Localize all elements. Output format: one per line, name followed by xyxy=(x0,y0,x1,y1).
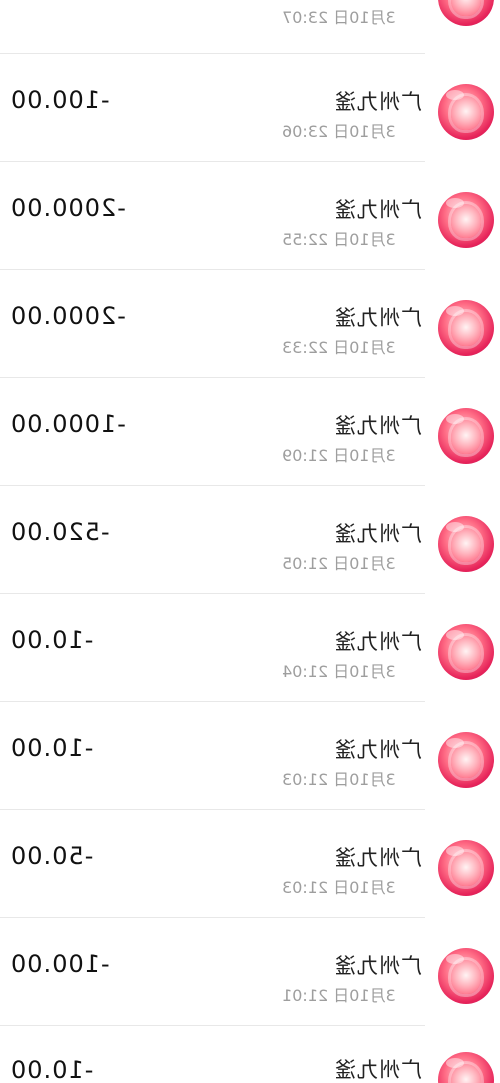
merchant-name: 广州九滏 xyxy=(334,91,422,114)
merchant-name: 广州九滏 xyxy=(334,631,422,654)
transaction-amount: -10.00 xyxy=(10,1056,94,1083)
transaction-amount: -1000.00 xyxy=(10,410,126,438)
merchant-name: 广州九滏 xyxy=(334,847,422,870)
transaction-time: 3月10日 23:07 xyxy=(282,8,396,27)
divider xyxy=(0,485,425,486)
transaction-row[interactable]: -10.00 广州九滏 xyxy=(0,1028,500,1083)
transaction-time: 3月10日 23:06 xyxy=(282,122,396,141)
transaction-time: 3月10日 22:33 xyxy=(282,338,396,357)
transaction-row[interactable]: -100.00 广州九滏 3月10日 21:01 xyxy=(0,920,500,1028)
merchant-name: 广州九滏 xyxy=(334,199,422,222)
merchant-name: 广州九滏 xyxy=(334,739,422,762)
merchant-avatar-icon xyxy=(438,516,494,572)
transaction-time: 3月10日 21:09 xyxy=(282,446,396,465)
divider xyxy=(0,593,425,594)
merchant-avatar-icon xyxy=(438,840,494,896)
merchant-name: 广州九滏 xyxy=(334,307,422,330)
merchant-avatar-icon xyxy=(438,948,494,1004)
transaction-amount: -10.00 xyxy=(10,626,94,654)
transaction-amount: -100.00 xyxy=(10,86,110,114)
merchant-avatar-icon xyxy=(438,300,494,356)
divider xyxy=(0,809,425,810)
transaction-row[interactable]: -10.00 广州九滏 3月10日 21:04 xyxy=(0,596,500,704)
transaction-amount: -50.00 xyxy=(10,842,94,870)
transaction-amount: -520.00 xyxy=(10,518,110,546)
merchant-avatar-icon xyxy=(438,0,494,26)
merchant-avatar-icon xyxy=(438,732,494,788)
transaction-row[interactable]: -100.00 广州九滏 3月10日 23:06 xyxy=(0,56,500,164)
transaction-time: 3月10日 21:01 xyxy=(282,986,396,1005)
divider xyxy=(0,1025,425,1026)
transaction-time: 3月10日 22:55 xyxy=(282,230,396,249)
transaction-time: 3月10日 21:03 xyxy=(282,770,396,789)
merchant-name: 广州九滏 xyxy=(334,955,422,978)
transaction-row-partial[interactable]: 3月10日 23:07 xyxy=(0,0,500,50)
transaction-row[interactable]: -2000.00 广州九滏 3月10日 22:55 xyxy=(0,164,500,272)
transaction-amount: -100.00 xyxy=(10,950,110,978)
merchant-avatar-icon xyxy=(438,624,494,680)
divider xyxy=(0,161,425,162)
transaction-row[interactable]: -50.00 广州九滏 3月10日 21:03 xyxy=(0,812,500,920)
transaction-list: 3月10日 23:07 -100.00 广州九滏 3月10日 23:06 -20… xyxy=(0,0,500,1083)
transaction-row[interactable]: -520.00 广州九滏 3月10日 21:05 xyxy=(0,488,500,596)
divider xyxy=(0,53,425,54)
merchant-avatar-icon xyxy=(438,192,494,248)
merchant-avatar-icon xyxy=(438,408,494,464)
transaction-time: 3月10日 21:05 xyxy=(282,554,396,573)
transaction-amount: -2000.00 xyxy=(10,194,126,222)
merchant-name: 广州九滏 xyxy=(334,415,422,438)
transaction-time: 3月10日 21:04 xyxy=(282,662,396,681)
transaction-amount: -10.00 xyxy=(10,734,94,762)
transaction-row[interactable]: -1000.00 广州九滏 3月10日 21:09 xyxy=(0,380,500,488)
transaction-row[interactable]: -2000.00 广州九滏 3月10日 22:33 xyxy=(0,272,500,380)
transaction-row[interactable]: -10.00 广州九滏 3月10日 21:03 xyxy=(0,704,500,812)
merchant-avatar-icon xyxy=(438,1052,494,1083)
transaction-time: 3月10日 21:03 xyxy=(282,878,396,897)
merchant-name: 广州九滏 xyxy=(334,1059,422,1082)
transaction-amount: -2000.00 xyxy=(10,302,126,330)
divider xyxy=(0,701,425,702)
divider xyxy=(0,377,425,378)
merchant-avatar-icon xyxy=(438,84,494,140)
divider xyxy=(0,269,425,270)
merchant-name: 广州九滏 xyxy=(334,523,422,546)
divider xyxy=(0,917,425,918)
